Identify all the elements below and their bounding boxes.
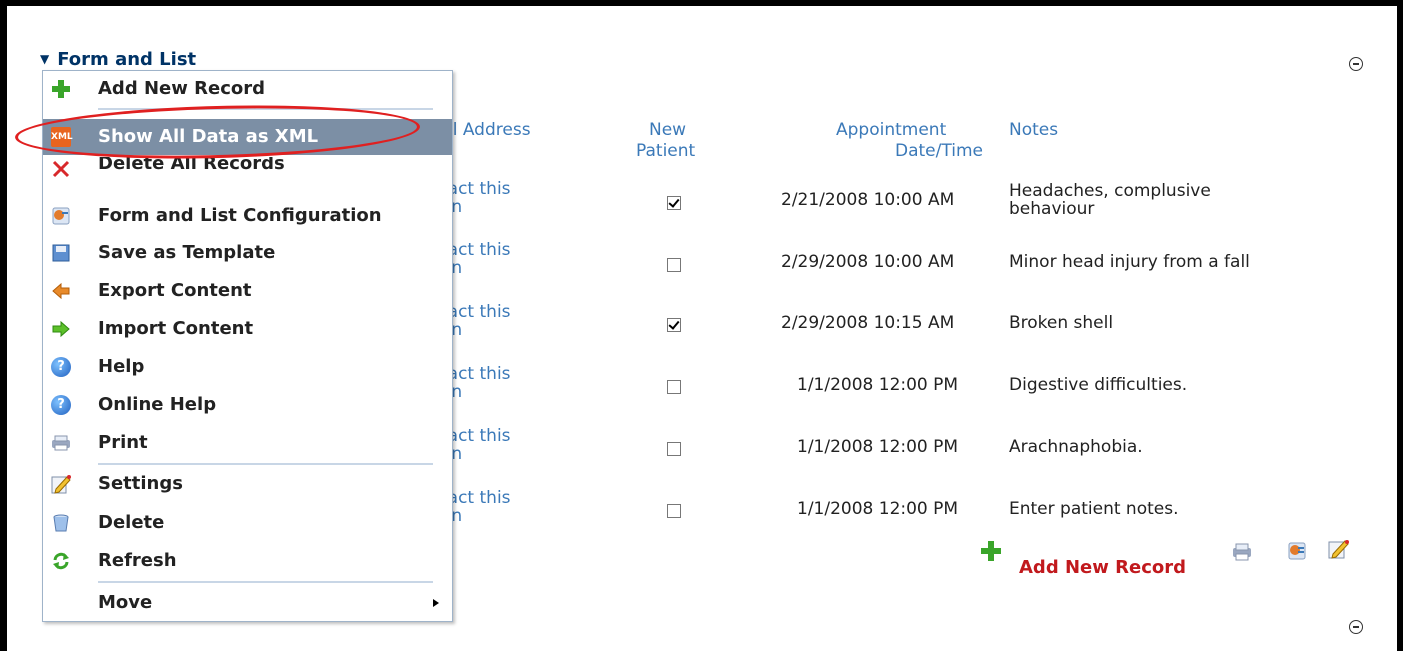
appointment-datetime: 2/29/2008 10:15 AM	[781, 313, 955, 333]
page-frame: ▼ Form and List il Address New Patient Ap…	[7, 6, 1397, 651]
new-patient-checkbox[interactable]	[667, 258, 681, 272]
module-title[interactable]: ▼ Form and List	[40, 49, 196, 70]
add-new-record-link[interactable]: Add New Record	[1019, 557, 1186, 578]
appointment-datetime: 1/1/2008 12:00 PM	[797, 437, 959, 457]
new-patient-checkbox[interactable]	[667, 442, 681, 456]
menu-item-delete[interactable]: Delete	[43, 505, 452, 541]
header-new-patient-line1[interactable]: New	[649, 120, 686, 141]
module-title-text: Form and List	[57, 49, 197, 70]
menu-item-online-help[interactable]: ? Online Help	[43, 387, 452, 423]
appointment-datetime: 2/21/2008 10:00 AM	[781, 190, 955, 210]
trash-icon	[53, 514, 69, 532]
refresh-icon	[53, 552, 69, 570]
header-email[interactable]: il Address	[448, 120, 531, 141]
notes-text: Arachnaphobia.	[1009, 437, 1143, 457]
notes-text: Broken shell	[1009, 313, 1114, 333]
add-plus-icon[interactable]	[980, 540, 1002, 562]
submenu-arrow-icon	[433, 599, 439, 607]
menu-item-print[interactable]: Print	[43, 425, 452, 461]
appointment-datetime: 1/1/2008 12:00 PM	[797, 375, 959, 395]
menu-item-settings[interactable]: Settings	[43, 466, 452, 502]
minimize-icon-bottom[interactable]	[1349, 620, 1363, 634]
online-help-icon: ?	[51, 395, 71, 415]
help-icon: ?	[51, 357, 71, 377]
menu-item-import-content[interactable]: Import Content	[43, 311, 452, 347]
header-appointment-line2[interactable]: Date/Time	[895, 141, 983, 162]
header-appointment-line1[interactable]: Appointment	[836, 120, 946, 141]
export-arrow-icon	[52, 282, 70, 300]
settings-pencil-icon	[51, 475, 71, 494]
menu-separator	[98, 463, 433, 465]
appointment-datetime: 2/29/2008 10:00 AM	[781, 252, 955, 272]
delete-x-icon	[52, 160, 70, 178]
menu-item-export-content[interactable]: Export Content	[43, 273, 452, 309]
configuration-icon[interactable]	[1287, 541, 1307, 561]
edit-pencil-icon[interactable]	[1327, 538, 1349, 560]
appointment-datetime: 1/1/2008 12:00 PM	[797, 499, 959, 519]
new-patient-checkbox[interactable]	[667, 318, 681, 332]
menu-item-help[interactable]: ? Help	[43, 349, 452, 385]
header-notes[interactable]: Notes	[1009, 120, 1058, 141]
menu-separator	[98, 581, 433, 583]
notes-text: behaviour	[1009, 199, 1095, 219]
new-patient-checkbox[interactable]	[667, 196, 681, 210]
menu-item-move[interactable]: Move	[43, 585, 452, 621]
minimize-icon[interactable]	[1349, 57, 1363, 71]
notes-text: Enter patient notes.	[1009, 499, 1179, 519]
menu-item-refresh[interactable]: Refresh	[43, 543, 452, 579]
new-patient-checkbox[interactable]	[667, 504, 681, 518]
print-icon[interactable]	[1230, 542, 1254, 562]
new-patient-checkbox[interactable]	[667, 380, 681, 394]
print-icon	[52, 435, 70, 451]
plus-icon	[52, 80, 70, 98]
header-new-patient-line2[interactable]: Patient	[636, 141, 695, 162]
save-template-icon	[52, 244, 70, 262]
import-arrow-icon	[52, 320, 70, 338]
notes-text: Digestive difficulties.	[1009, 375, 1188, 395]
menu-item-form-and-list-configuration[interactable]: Form and List Configuration	[43, 198, 452, 234]
menu-item-save-as-template[interactable]: Save as Template	[43, 235, 452, 271]
configuration-icon	[52, 207, 70, 225]
menu-item-add-new-record[interactable]: Add New Record	[43, 71, 452, 107]
notes-text: Minor head injury from a fall	[1009, 252, 1250, 272]
collapse-triangle-icon[interactable]: ▼	[40, 52, 49, 66]
menu-item-delete-all-records[interactable]: Delete All Records	[43, 157, 452, 181]
